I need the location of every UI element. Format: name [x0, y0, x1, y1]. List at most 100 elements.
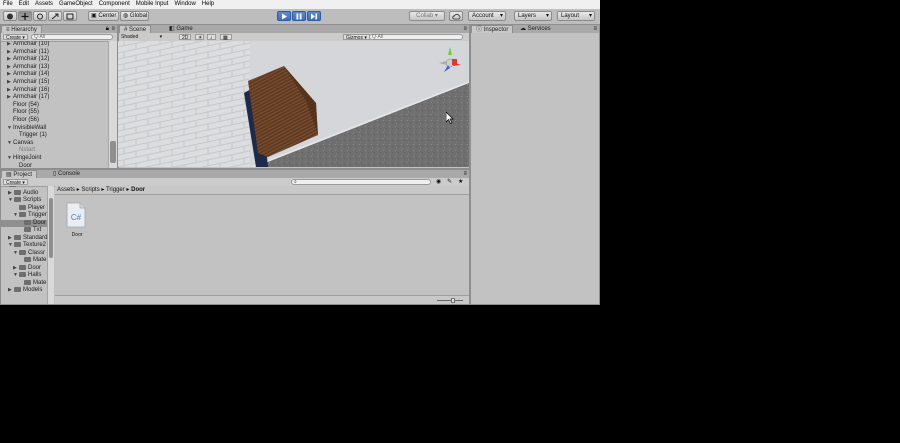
menu-item[interactable]: File — [0, 0, 16, 9]
step-button[interactable] — [307, 11, 321, 21]
project-folder-item[interactable]: ▶ Models — [1, 287, 42, 295]
gizmos-dropdown[interactable]: Gizmos ▾ — [343, 34, 370, 41]
info-icon: ⓘ — [476, 27, 483, 33]
hierarchy-item[interactable]: Nstart — [1, 147, 35, 155]
hierarchy-item[interactable]: ▶ Armchair (14) — [1, 71, 49, 79]
rotate-tool-button[interactable] — [33, 11, 47, 21]
slider-handle[interactable] — [451, 297, 455, 303]
icon-size-slider[interactable] — [437, 299, 463, 301]
tab-console[interactable]: ▯ Console — [49, 170, 84, 178]
folder-icon — [19, 249, 26, 255]
scene-orientation-gizmo-icon[interactable] — [437, 45, 463, 79]
breadcrumb-item[interactable]: Scripts — [81, 187, 99, 193]
project-folder-item[interactable]: Mate — [1, 279, 46, 288]
hierarchy-item[interactable]: ▶ Armchair (11) — [1, 49, 49, 57]
breadcrumb-item[interactable]: Trigger — [106, 187, 125, 193]
hierarchy-item[interactable]: ▶ Armchair (17) — [1, 94, 49, 102]
hierarchy-item-label: HingeJoint — [13, 155, 42, 161]
folder-icon — [19, 272, 26, 277]
cloud-button[interactable] — [449, 11, 463, 21]
audio-toggle[interactable]: ♪ — [207, 34, 216, 41]
project-folder-item[interactable]: ▼ Halls — [1, 272, 41, 280]
hierarchy-item-label: Nstart — [19, 147, 36, 154]
project-folder-item[interactable]: ▼ Scripts — [1, 197, 41, 205]
menu-item[interactable]: Component — [96, 0, 133, 9]
hierarchy-item[interactable]: Floor (54) — [1, 102, 39, 110]
menu-item[interactable]: Help — [199, 0, 217, 9]
hierarchy-item[interactable]: Floor (56) — [1, 117, 39, 125]
hierarchy-item[interactable]: ▼InvisibleWall — [1, 125, 46, 133]
hierarchy-item[interactable]: ▼Canvas — [1, 140, 33, 148]
account-dropdown[interactable]: Account ▾ — [468, 11, 506, 21]
project-folder-item[interactable]: ▶ Door — [1, 264, 41, 273]
create-button[interactable]: Create ▾ — [3, 34, 28, 41]
panel-menu-icon[interactable]: ≡ — [463, 25, 467, 33]
pivot-label: Center — [98, 13, 117, 19]
breadcrumb-item[interactable]: Assets — [57, 187, 75, 193]
collab-dropdown[interactable]: Collab ▾ — [409, 11, 445, 21]
project-folder-item[interactable]: ▼ Trigger — [1, 212, 47, 220]
tab-scene[interactable]: # Scene — [119, 25, 152, 33]
rect-tool-button[interactable] — [63, 11, 77, 21]
project-folder-item[interactable]: ▶ Standard — [1, 234, 47, 243]
filter-type-icon[interactable]: ◉ — [436, 178, 441, 186]
hierarchy-item[interactable]: ▶ Armchair (13) — [1, 64, 49, 72]
project-folder-item[interactable]: Mate — [1, 257, 46, 265]
project-folder-item[interactable]: Player — [1, 204, 45, 213]
asset-item[interactable]: C# Door — [65, 202, 89, 238]
tab-services[interactable]: ☁ Services — [516, 25, 555, 33]
layers-dropdown[interactable]: Layers ▾ — [514, 11, 552, 21]
scene-search-input[interactable]: Q·All — [369, 34, 463, 40]
scene-viewport[interactable] — [118, 41, 469, 167]
project-folder-item[interactable]: ▼ Texture2 — [1, 242, 46, 250]
hierarchy-scrollbar[interactable] — [108, 41, 117, 168]
breadcrumb-item-current[interactable]: Door — [131, 187, 145, 193]
tab-game[interactable]: ◧ Game — [165, 25, 197, 33]
panel-menu-icon[interactable]: ≡ — [111, 25, 115, 33]
tab-hierarchy[interactable]: ≡ Hierarchy — [1, 25, 42, 33]
hierarchy-item[interactable]: Trigger (1) — [1, 132, 47, 140]
tab-project[interactable]: ▤ Project — [1, 170, 38, 178]
lock-icon[interactable]: 🔒︎ — [106, 25, 109, 33]
pivot-center-toggle[interactable]: ▣ Center — [88, 11, 119, 21]
hierarchy-item[interactable]: ▶ Armchair (10) — [1, 41, 49, 49]
hierarchy-item[interactable]: ▶ Armchair (12) — [1, 56, 49, 64]
hierarchy-item[interactable]: ▶ Armchair (15) — [1, 79, 49, 87]
play-button[interactable] — [277, 11, 291, 21]
lighting-toggle[interactable]: ☀ — [195, 34, 204, 41]
hierarchy-panel: ≡ Hierarchy 🔒︎ ≡ Create ▾ Q·All ▶ Armchai… — [0, 24, 118, 169]
scrollbar-thumb[interactable] — [49, 198, 53, 258]
project-folder-item[interactable]: Txt — [1, 227, 41, 235]
project-folder-item[interactable]: Door — [1, 219, 47, 227]
hierarchy-search-input[interactable]: Q·All — [31, 34, 113, 40]
project-tree-scrollbar[interactable] — [47, 186, 54, 304]
hierarchy-item[interactable]: Door — [1, 163, 32, 168]
filter-label-icon[interactable]: ✎ — [447, 178, 452, 186]
shading-mode-dropdown[interactable]: Shaded ▾ — [121, 34, 162, 40]
effects-dropdown[interactable]: ▩ — [220, 34, 232, 41]
global-local-toggle[interactable]: ◍ Global — [120, 11, 149, 21]
hierarchy-item[interactable]: ▼HingeJoint — [1, 155, 41, 163]
hand-tool-button[interactable] — [3, 11, 17, 21]
move-tool-button[interactable] — [18, 11, 32, 21]
menu-item[interactable]: Mobile Input — [133, 0, 172, 9]
panel-menu-icon[interactable]: ≡ — [593, 25, 597, 33]
project-folder-item[interactable]: ▼ Classr — [1, 249, 45, 258]
create-button[interactable]: Create ▾ — [3, 179, 28, 186]
hierarchy-item[interactable]: Floor (55) — [1, 109, 39, 117]
project-search-input[interactable]: ⌕ — [291, 179, 431, 185]
pause-button[interactable] — [292, 11, 306, 21]
tab-inspector[interactable]: ⓘ Inspector — [471, 25, 514, 33]
menu-item[interactable]: Assets — [32, 0, 56, 9]
project-folder-item[interactable]: ▶ Audio — [1, 189, 38, 198]
favorite-star-icon[interactable]: ★ — [458, 178, 463, 186]
scale-tool-button[interactable] — [48, 11, 62, 21]
menu-item[interactable]: GameObject — [56, 0, 96, 9]
panel-menu-icon[interactable]: ≡ — [463, 170, 467, 178]
menu-item[interactable]: Edit — [16, 0, 32, 9]
layout-dropdown[interactable]: Layout ▾ — [557, 11, 595, 21]
hierarchy-item[interactable]: ▶ Armchair (16) — [1, 87, 49, 95]
menu-item[interactable]: Window — [171, 0, 198, 9]
2d-toggle[interactable]: 2D — [179, 34, 192, 41]
scrollbar-thumb[interactable] — [110, 141, 116, 163]
